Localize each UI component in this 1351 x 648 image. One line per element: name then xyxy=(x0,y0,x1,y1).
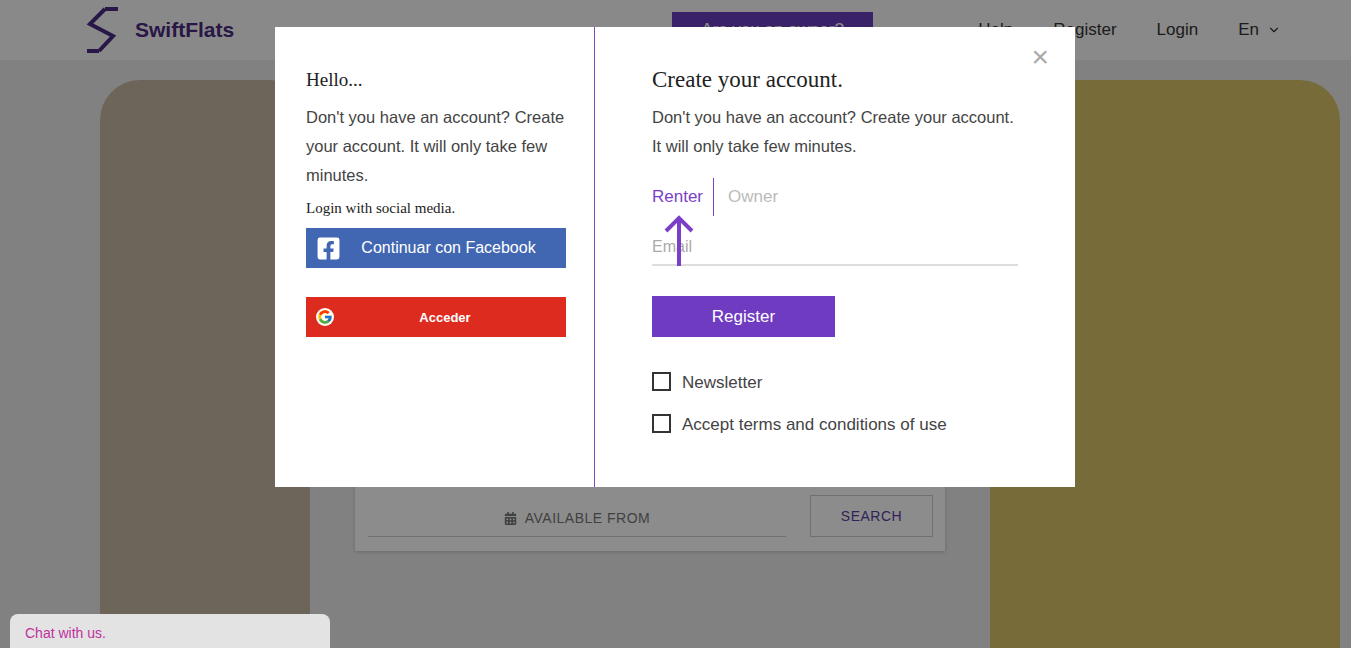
email-field xyxy=(652,216,1019,266)
register-panel: ×Create your account. Don't you have an a… xyxy=(595,27,1075,487)
checkbox-list: Newsletter Accept terms and conditions of… xyxy=(652,373,1019,435)
register-modal: Hello... Don't you have an account? Creat… xyxy=(275,27,1075,487)
social-title: Hello... xyxy=(306,67,572,93)
register-text: Don't you have an account? Create your a… xyxy=(652,103,1019,161)
account-type-tab[interactable]: Owner xyxy=(713,178,788,216)
checkbox[interactable] xyxy=(652,372,671,391)
register-button[interactable]: Register xyxy=(652,296,835,337)
social-buttons: Continuar con Facebook Acceder xyxy=(306,228,572,337)
facebook-icon xyxy=(316,236,341,261)
facebook-button[interactable]: Continuar con Facebook xyxy=(306,228,566,268)
checkbox-row[interactable]: Accept terms and conditions of use xyxy=(652,415,1019,435)
page: SwiftFlatsAre you an owner?HelpRegisterL… xyxy=(0,0,1351,648)
google-icon xyxy=(316,308,334,326)
social-text: Don't you have an account? Create your a… xyxy=(306,103,572,190)
close-button[interactable]: × xyxy=(1025,39,1055,75)
social-label: Login with social media. xyxy=(306,200,572,217)
email-input[interactable] xyxy=(652,232,1018,266)
register-title: Create your account. xyxy=(652,67,1019,93)
account-type-tab[interactable]: Renter xyxy=(652,178,713,216)
checkbox[interactable] xyxy=(652,414,671,433)
account-type-tabs: RenterOwner xyxy=(652,178,1019,216)
chat-widget[interactable]: Chat with us. xyxy=(10,614,330,648)
google-button[interactable]: Acceder xyxy=(306,297,566,337)
checkbox-row[interactable]: Newsletter xyxy=(652,373,1019,393)
arrow-up-icon xyxy=(660,212,700,268)
social-panel: Hello... Don't you have an account? Creat… xyxy=(275,27,595,487)
